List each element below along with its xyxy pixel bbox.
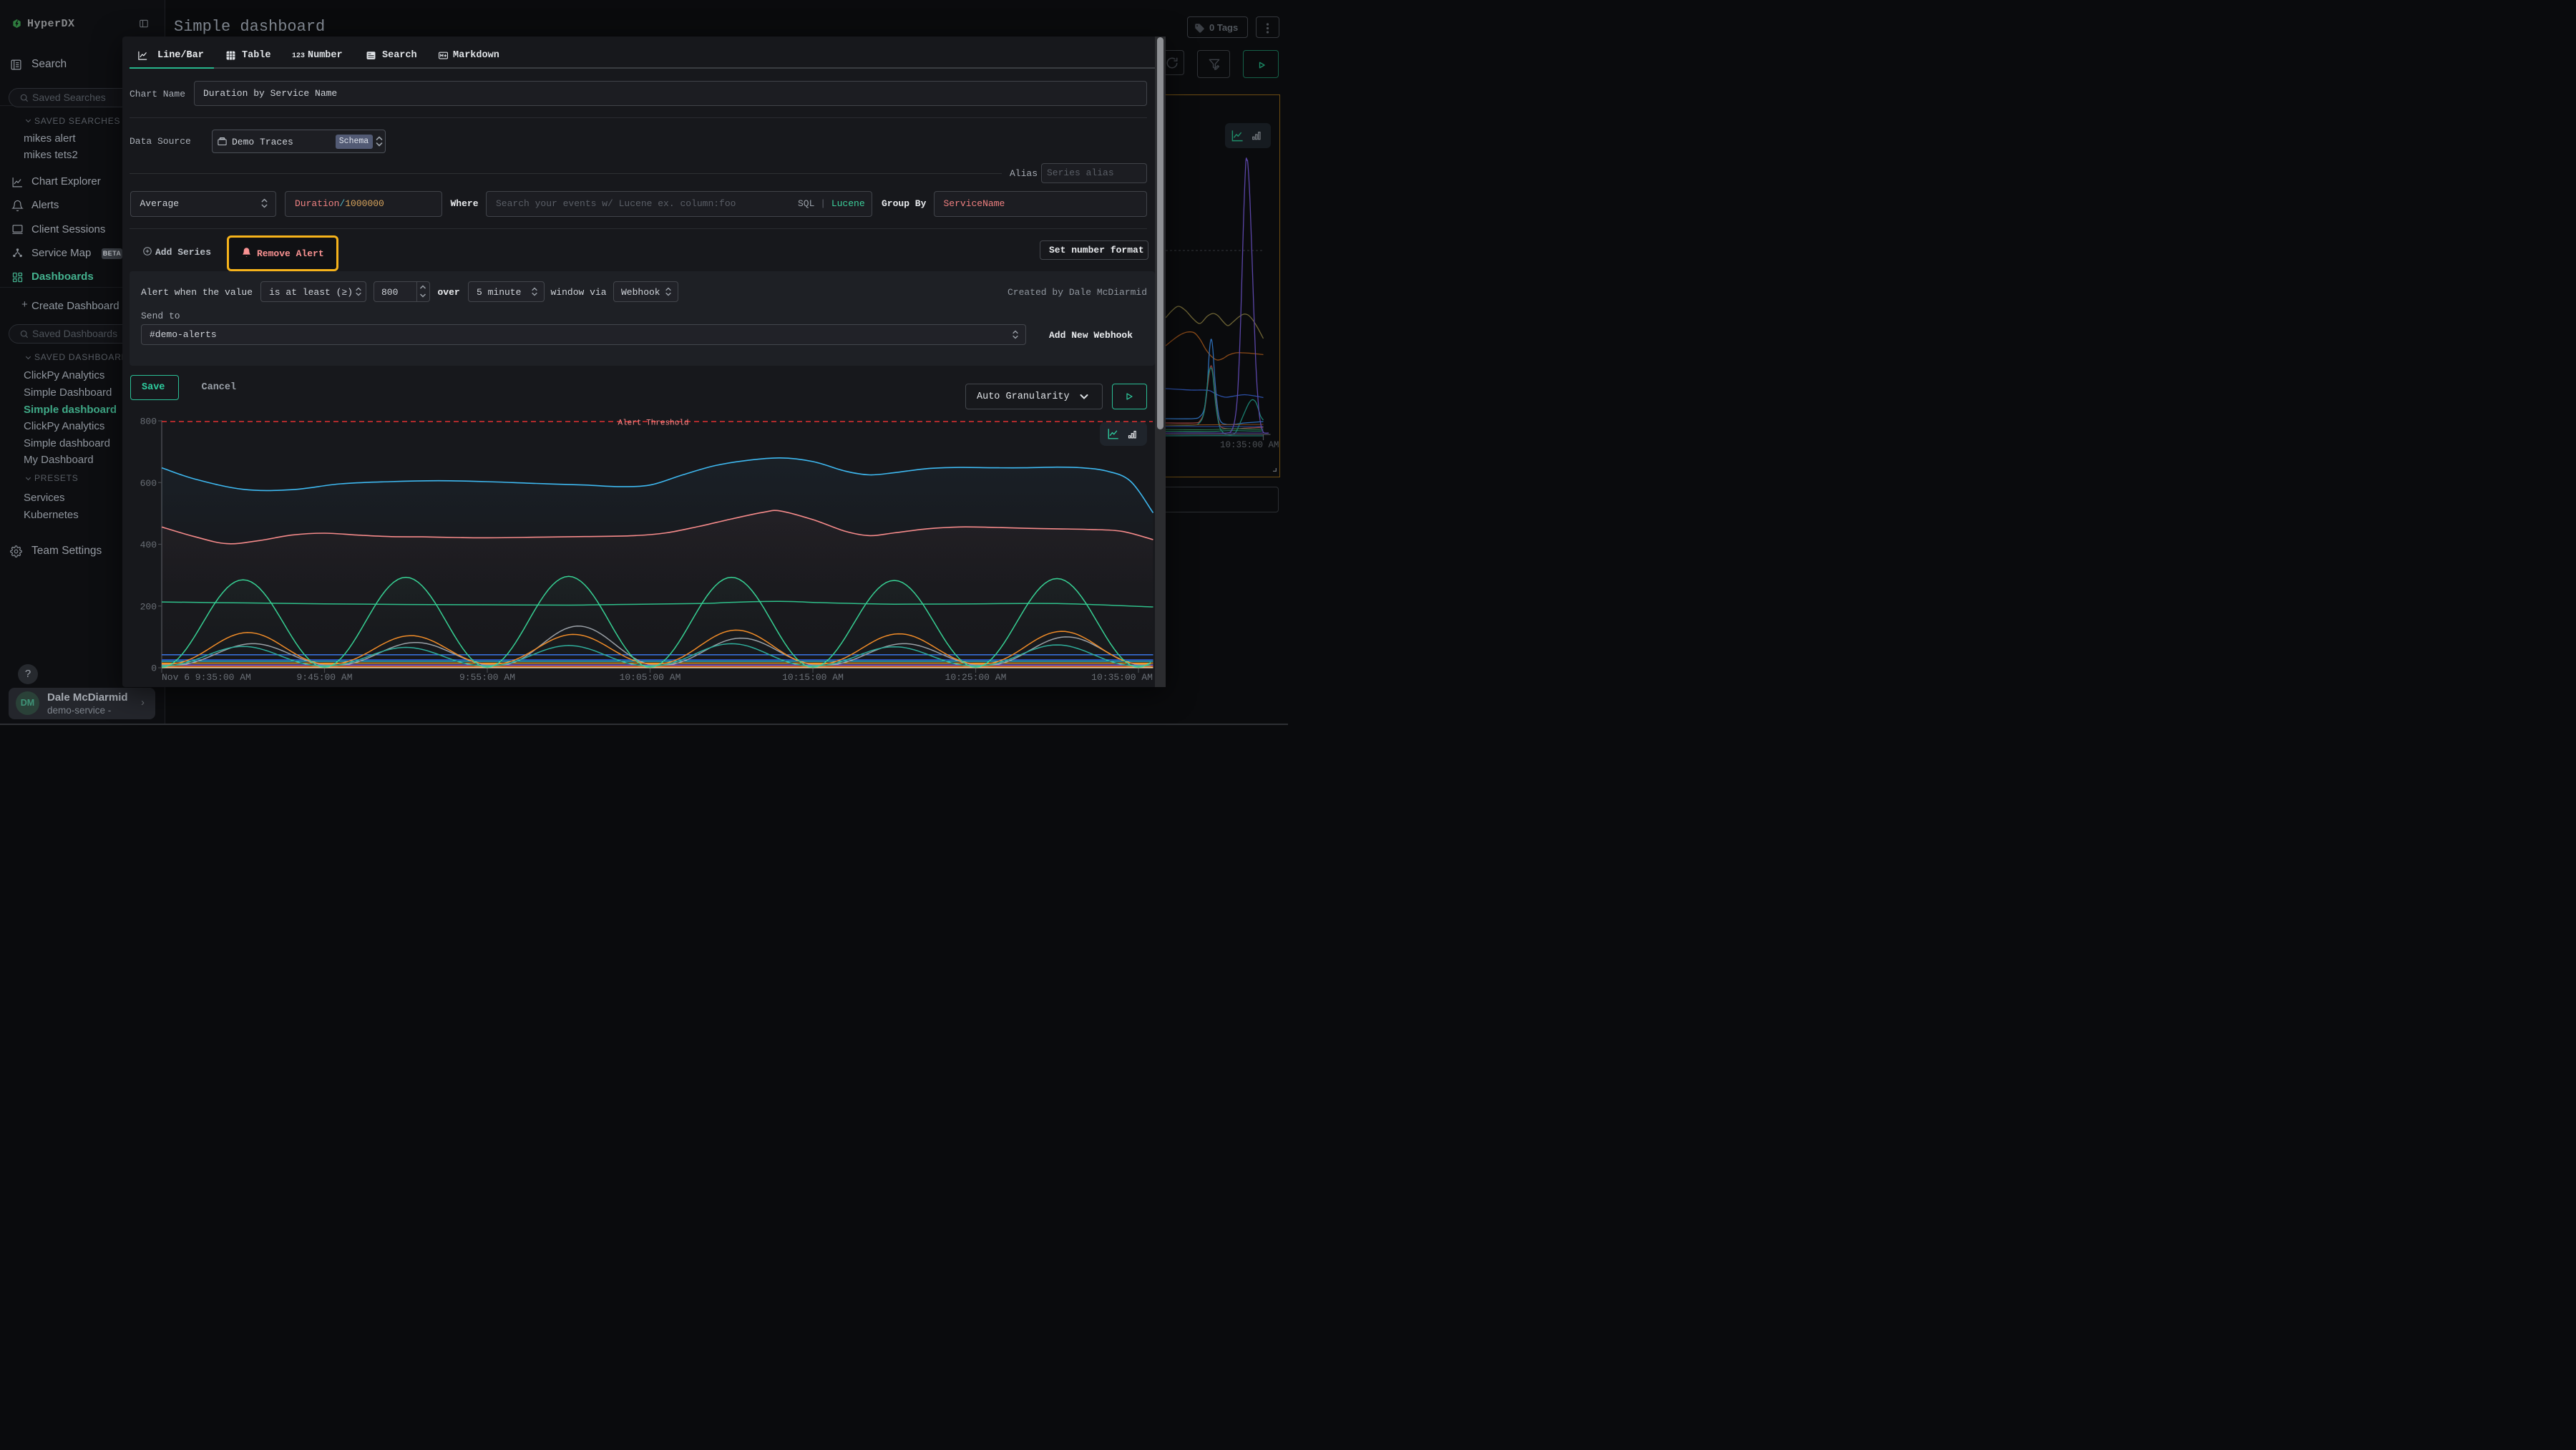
svg-text:10:15:00 AM: 10:15:00 AM <box>782 672 844 683</box>
svg-text:9:45:00 AM: 9:45:00 AM <box>296 672 352 683</box>
svg-text:Alert Threshold: Alert Threshold <box>618 419 688 428</box>
svg-text:10:35:00 AM: 10:35:00 AM <box>1091 672 1153 683</box>
svg-text:200: 200 <box>140 601 157 612</box>
svg-text:10:25:00 AM: 10:25:00 AM <box>945 672 1007 683</box>
svg-text:9:55:00 AM: 9:55:00 AM <box>459 672 515 683</box>
svg-text:800: 800 <box>140 417 157 427</box>
svg-text:0: 0 <box>151 663 157 674</box>
svg-text:600: 600 <box>140 478 157 489</box>
svg-text:Nov 6 9:35:00 AM: Nov 6 9:35:00 AM <box>162 672 251 683</box>
svg-text:10:05:00 AM: 10:05:00 AM <box>620 672 681 683</box>
svg-text:400: 400 <box>140 540 157 550</box>
